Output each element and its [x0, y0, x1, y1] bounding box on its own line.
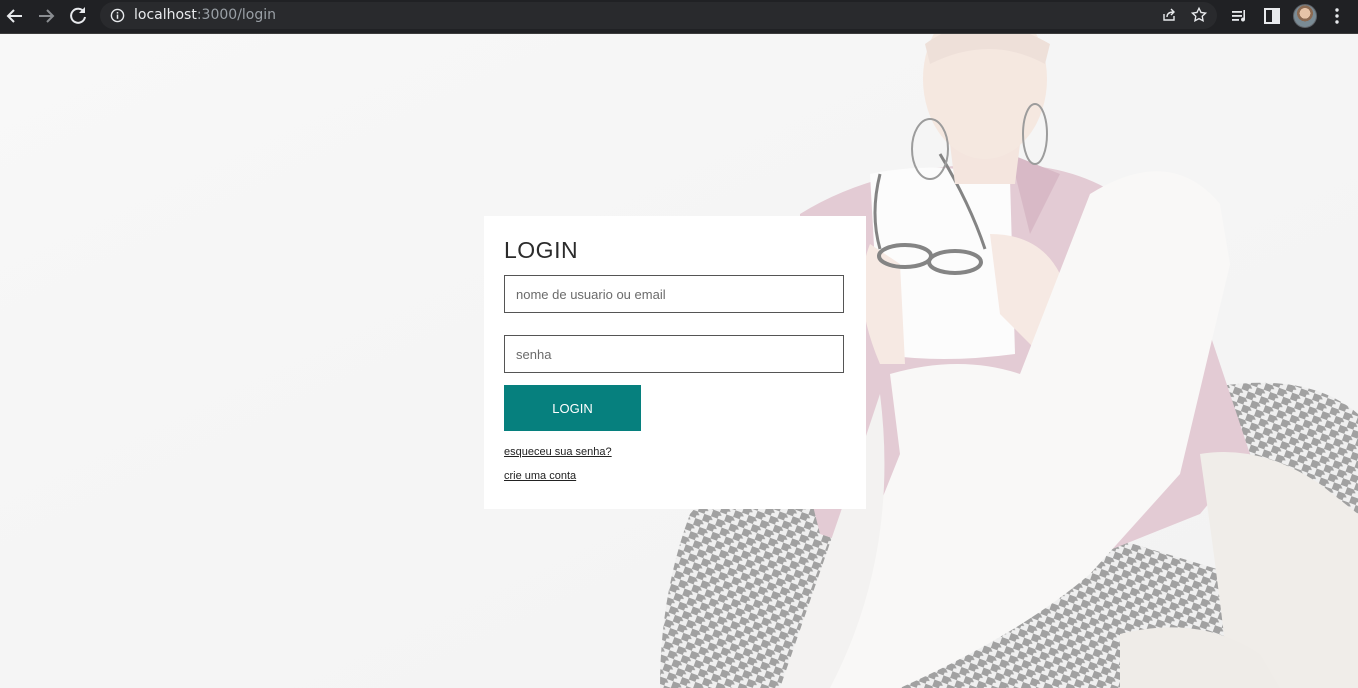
- reload-icon[interactable]: [66, 4, 90, 28]
- bookmark-star-icon[interactable]: [1190, 6, 1208, 24]
- login-button[interactable]: LOGIN: [504, 385, 641, 431]
- browser-toolbar: localhost:3000/login: [0, 0, 1358, 34]
- login-title: LOGIN: [504, 237, 579, 263]
- create-account-link[interactable]: crie uma conta: [504, 470, 576, 482]
- url-path: :3000/login: [196, 7, 277, 23]
- back-arrow-icon[interactable]: [3, 4, 27, 28]
- password-input[interactable]: [504, 335, 844, 373]
- forgot-password-link[interactable]: esqueceu sua senha?: [504, 446, 612, 458]
- site-info-icon[interactable]: [110, 8, 125, 23]
- url-host: localhost: [134, 7, 197, 23]
- url-text: localhost:3000/login: [134, 7, 276, 23]
- share-icon[interactable]: [1161, 7, 1177, 23]
- username-email-input[interactable]: [504, 275, 844, 313]
- login-card: LOGIN LOGIN esqueceu sua senha? crie uma…: [484, 216, 866, 509]
- address-bar[interactable]: localhost:3000/login: [100, 2, 1217, 29]
- more-menu-icon[interactable]: [1327, 6, 1347, 26]
- media-controls-icon[interactable]: [1230, 6, 1250, 26]
- forward-arrow-icon[interactable]: [34, 4, 58, 28]
- profile-avatar[interactable]: [1293, 4, 1317, 28]
- side-panel-icon[interactable]: [1262, 6, 1282, 26]
- login-page: LOGIN LOGIN esqueceu sua senha? crie uma…: [0, 34, 1358, 688]
